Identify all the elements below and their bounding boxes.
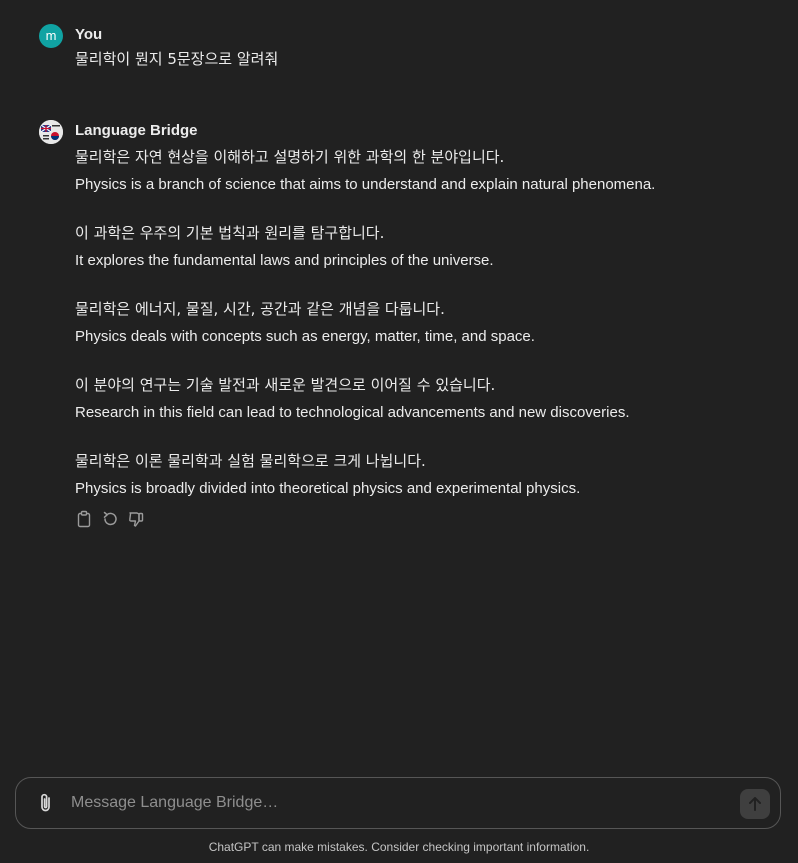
message-composer [15,777,781,829]
flag-avatar-icon [39,120,63,144]
message-input[interactable] [71,788,721,818]
send-button[interactable] [740,789,770,819]
thumbs-down-icon [129,512,144,527]
assistant-avatar [39,120,63,144]
sentence-en-5: Physics is broadly divided into theoreti… [75,480,581,497]
sentence-en-2: It explores the fundamental laws and pri… [75,252,494,269]
sentence-ko-2: 이 과학은 우주의 기본 법칙과 원리를 탐구합니다. [75,224,385,242]
sentence-en-3: Physics deals with concepts such as ener… [75,328,535,345]
sentence-ko-1: 물리학은 자연 현상을 이해하고 설명하기 위한 과학의 한 분야입니다. [75,148,505,166]
footer-disclaimer: ChatGPT can make mistakes. Consider chec… [208,840,590,854]
copy-icon [77,510,91,528]
user-author-name: You [75,26,103,43]
regenerate-button[interactable] [102,510,118,528]
chat-page: m You 물리학이 뭔지 5문장으로 알려줘 Language Bridge … [0,0,798,863]
assistant-author-name: Language Bridge [75,122,198,139]
user-avatar: m [39,24,63,48]
attach-button[interactable] [36,792,56,814]
user-message-text: 물리학이 뭔지 5문장으로 알려줘 [75,50,279,68]
sentence-en-1: Physics is a branch of science that aims… [75,176,656,193]
sentence-ko-3: 물리학은 에너지, 물질, 시간, 공간과 같은 개념을 다룹니다. [75,300,445,318]
sentence-ko-5: 물리학은 이론 물리학과 실험 물리학으로 크게 나뉩니다. [75,452,426,470]
paperclip-icon [41,793,50,812]
sentence-ko-4: 이 분야의 연구는 기술 발전과 새로운 발견으로 이어질 수 있습니다. [75,376,496,394]
regenerate-icon [103,511,117,526]
sentence-en-4: Research in this field can lead to techn… [75,404,630,421]
copy-button[interactable] [76,510,92,528]
arrow-up-icon [749,797,761,811]
thumbs-down-button[interactable] [128,510,144,528]
